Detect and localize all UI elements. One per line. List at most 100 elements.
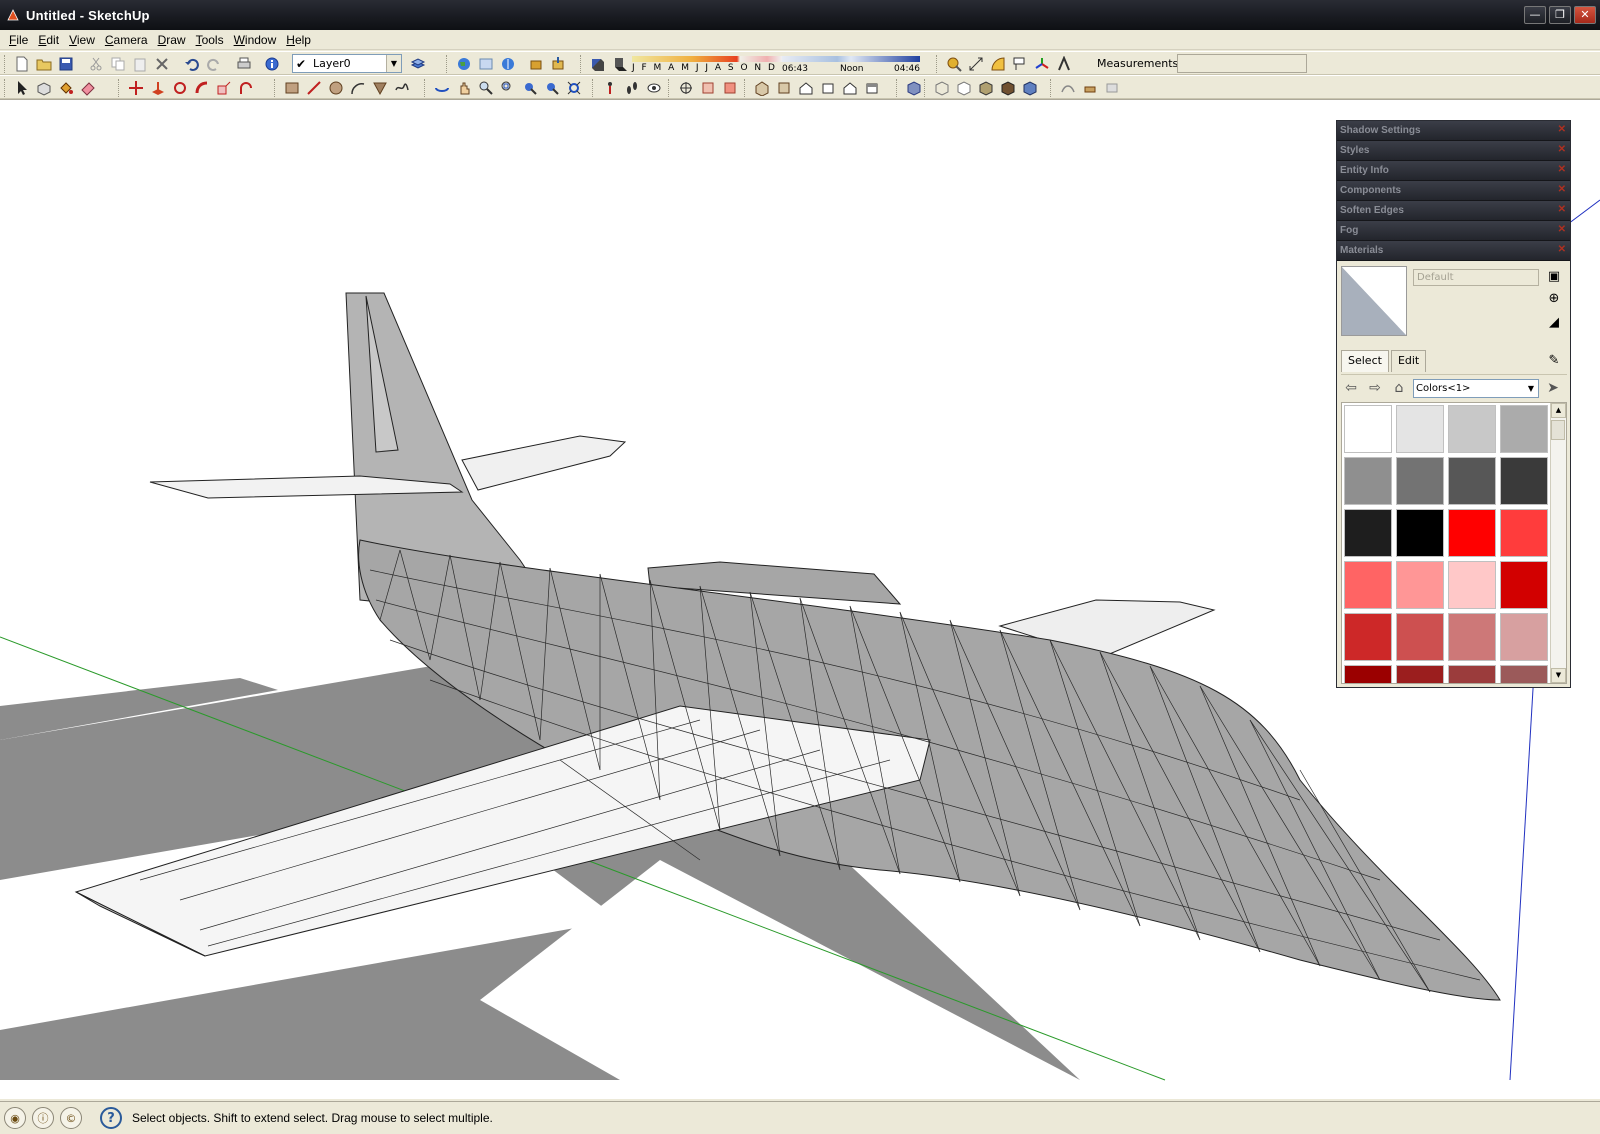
back-view-icon[interactable] [840,78,860,98]
erase-icon[interactable] [152,54,172,74]
orbit-icon[interactable] [432,78,452,98]
dimension-icon[interactable] [966,54,986,74]
material-swatch[interactable] [1500,457,1548,505]
right-view-icon[interactable] [818,78,838,98]
add-to-collection-icon[interactable]: ⊕ [1545,289,1563,307]
chevron-down-icon[interactable]: ▼ [1524,384,1538,393]
restore-button[interactable]: ❐ [1549,6,1571,24]
toolbar-grip[interactable] [924,78,927,97]
details-arrow-icon[interactable]: ➤ [1543,378,1563,398]
shaded-textures-icon[interactable] [998,78,1018,98]
menu-window[interactable]: Window [229,33,282,47]
material-swatch[interactable] [1396,405,1444,453]
display-shadows-icon[interactable] [610,54,630,74]
default-material-icon[interactable]: ◢ [1545,313,1563,331]
material-swatch[interactable] [1448,561,1496,609]
scroll-down-icon[interactable]: ▼ [1551,668,1566,683]
menu-edit[interactable]: Edit [33,33,64,47]
credits-icon[interactable]: ⓘ [32,1107,54,1129]
menu-file[interactable]: File [4,33,33,47]
material-swatch[interactable] [1344,665,1392,683]
panel-entity-info[interactable]: Entity Info ✕ [1337,161,1570,181]
polygon-icon[interactable] [370,78,390,98]
material-swatch[interactable] [1344,457,1392,505]
get-models-icon[interactable] [526,54,546,74]
model-info-icon[interactable] [262,54,282,74]
toolbar-grip[interactable] [1050,78,1053,97]
material-swatch[interactable] [1396,561,1444,609]
close-icon[interactable]: ✕ [1558,184,1566,195]
shadow-settings-icon[interactable] [588,54,608,74]
3d-text-icon[interactable] [1054,54,1074,74]
close-icon[interactable]: ✕ [1558,164,1566,175]
chevron-down-icon[interactable]: ▼ [386,55,401,72]
walk-icon[interactable] [622,78,642,98]
close-icon[interactable]: ✕ [1558,244,1566,255]
material-swatch[interactable] [1448,509,1496,557]
material-swatch[interactable] [1500,665,1548,683]
undo-icon[interactable] [182,54,202,74]
look-around-icon[interactable] [644,78,664,98]
material-swatch[interactable] [1344,561,1392,609]
copyright-icon[interactable]: © [60,1107,82,1129]
place-model-icon[interactable] [498,54,518,74]
panel-components[interactable]: Components ✕ [1337,181,1570,201]
toolbar-grip[interactable] [592,78,595,97]
toolbar-grip[interactable] [274,78,277,97]
axes-tool-icon[interactable] [1032,54,1052,74]
toolbar-grip[interactable] [4,54,7,73]
scroll-up-icon[interactable]: ▲ [1551,403,1566,418]
zoom-extents-icon[interactable] [564,78,584,98]
open-file-icon[interactable] [34,54,54,74]
redo-icon[interactable] [204,54,224,74]
toolbar-grip[interactable] [424,78,427,97]
help-icon[interactable]: ? [100,1107,122,1129]
forward-arrow-icon[interactable]: ⇨ [1365,378,1385,398]
iso-view-icon[interactable] [752,78,772,98]
smoove-icon[interactable] [1058,78,1078,98]
material-swatch[interactable] [1344,405,1392,453]
close-icon[interactable]: ✕ [1558,124,1566,135]
section-cut-icon[interactable] [720,78,740,98]
panel-styles[interactable]: Styles ✕ [1337,141,1570,161]
material-swatch[interactable] [1344,509,1392,557]
material-swatch[interactable] [1396,665,1444,683]
pan-hand-icon[interactable] [454,78,474,98]
material-swatch[interactable] [1448,665,1496,683]
front-view-icon[interactable] [796,78,816,98]
panel-fog[interactable]: Fog ✕ [1337,221,1570,241]
minimize-button[interactable]: — [1524,6,1546,24]
zoom-icon[interactable] [476,78,496,98]
scale-icon[interactable] [214,78,234,98]
get-image-icon[interactable] [476,54,496,74]
close-icon[interactable]: ✕ [1558,144,1566,155]
share-model-icon[interactable] [548,54,568,74]
material-swatch[interactable] [1344,613,1392,661]
close-icon[interactable]: ✕ [1558,224,1566,235]
menu-tools[interactable]: Tools [191,33,229,47]
top-view-icon[interactable] [774,78,794,98]
copy-icon[interactable] [108,54,128,74]
print-icon[interactable] [234,54,254,74]
position-camera-icon[interactable] [600,78,620,98]
circle-icon[interactable] [326,78,346,98]
stamp-icon[interactable] [1080,78,1100,98]
make-component-icon[interactable] [34,78,54,98]
toolbar-grip[interactable] [446,54,449,73]
panel-materials[interactable]: Materials ✕ [1337,241,1570,261]
rectangle-icon[interactable] [282,78,302,98]
follow-me-icon[interactable] [192,78,212,98]
monochrome-icon[interactable] [1020,78,1040,98]
arc-icon[interactable] [348,78,368,98]
time-slider-track[interactable] [782,56,920,62]
material-swatch[interactable] [1448,613,1496,661]
drape-icon[interactable] [1102,78,1122,98]
material-swatch[interactable] [1500,405,1548,453]
previous-view-icon[interactable] [520,78,540,98]
offset-icon[interactable] [236,78,256,98]
material-swatch[interactable] [1396,509,1444,557]
wireframe-icon[interactable] [932,78,952,98]
xray-icon[interactable] [904,78,924,98]
material-swatch[interactable] [1396,457,1444,505]
material-swatch[interactable] [1500,561,1548,609]
